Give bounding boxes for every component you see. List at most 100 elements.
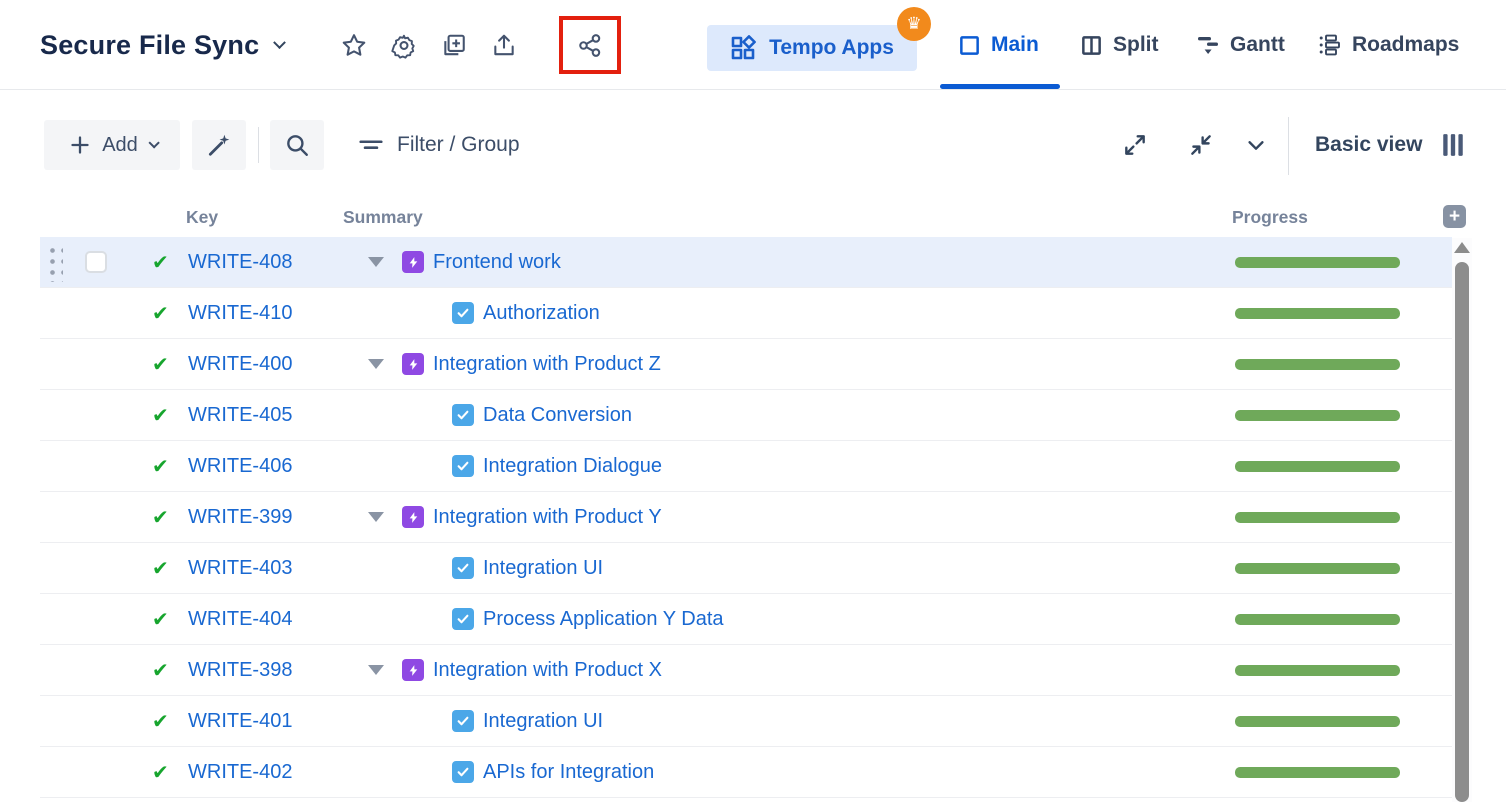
task-icon <box>452 404 474 426</box>
issue-summary-link[interactable]: Frontend work <box>433 251 561 274</box>
issue-key-link[interactable]: WRITE-405 <box>188 404 292 426</box>
header-divider <box>0 89 1506 90</box>
add-column-button[interactable]: + <box>1443 205 1466 228</box>
issue-key-link[interactable]: WRITE-408 <box>188 251 292 273</box>
tempo-apps-button[interactable]: Tempo Apps ♛ <box>707 25 917 71</box>
progress-cell <box>1235 257 1452 268</box>
epic-icon <box>402 353 424 375</box>
table-row[interactable]: ✔ WRITE-399 Integration with Product Y <box>40 492 1452 543</box>
column-header-progress[interactable]: Progress <box>1232 207 1308 228</box>
issue-summary-link[interactable]: Integration with Product Z <box>433 353 661 376</box>
scrollbar-thumb[interactable] <box>1455 262 1469 802</box>
table-row[interactable]: ✔ WRITE-400 Integration with Product Z <box>40 339 1452 390</box>
issue-key-link[interactable]: WRITE-401 <box>188 710 292 732</box>
done-check-icon: ✔ <box>152 558 169 580</box>
tab-split[interactable]: Split <box>1080 0 1159 90</box>
tab-split-label: Split <box>1113 33 1159 57</box>
tab-roadmaps-label: Roadmaps <box>1352 33 1459 57</box>
task-icon <box>452 302 474 324</box>
column-header-key[interactable]: Key <box>186 207 218 228</box>
status-cell: ✔ <box>152 454 188 479</box>
split-view-icon <box>1080 34 1103 57</box>
summary-cell: APIs for Integration <box>345 747 1235 797</box>
issue-summary-link[interactable]: APIs for Integration <box>483 761 654 784</box>
export-icon[interactable] <box>491 32 517 58</box>
expand-all-button[interactable] <box>1122 132 1148 158</box>
summary-cell: Process Application Y Data <box>345 594 1235 644</box>
issue-key-link[interactable]: WRITE-406 <box>188 455 292 477</box>
tab-roadmaps[interactable]: Roadmaps <box>1318 0 1459 90</box>
chevron-down-icon[interactable] <box>1243 132 1269 158</box>
key-cell: WRITE-402 <box>188 761 345 784</box>
progress-bar <box>1235 257 1400 268</box>
issue-key-link[interactable]: WRITE-399 <box>188 506 292 528</box>
issue-summary-link[interactable]: Integration with Product X <box>433 659 662 682</box>
star-icon[interactable] <box>341 32 367 58</box>
filter-group-button[interactable]: Filter / Group <box>358 120 520 170</box>
tab-gantt[interactable]: Gantt <box>1196 0 1285 90</box>
table-row[interactable]: ✔ WRITE-402 APIs for Integration <box>40 747 1452 798</box>
task-icon <box>452 761 474 783</box>
issue-summary-link[interactable]: Integration UI <box>483 710 603 733</box>
expand-toggle-icon[interactable] <box>368 512 384 522</box>
issue-summary-link[interactable]: Integration Dialogue <box>483 455 662 478</box>
issue-key-link[interactable]: WRITE-400 <box>188 353 292 375</box>
share-icon[interactable] <box>577 32 603 58</box>
row-controls <box>40 594 152 644</box>
copy-add-icon[interactable] <box>441 32 467 58</box>
structure-title-group[interactable]: Secure File Sync <box>40 0 284 90</box>
gear-icon[interactable] <box>391 32 417 58</box>
page-title: Secure File Sync <box>40 30 259 61</box>
issue-summary-link[interactable]: Process Application Y Data <box>483 608 724 631</box>
roadmaps-icon <box>1318 33 1342 57</box>
issue-summary-link[interactable]: Integration UI <box>483 557 603 580</box>
wand-button[interactable] <box>192 120 246 170</box>
table-row[interactable]: ✔ WRITE-405 Data Conversion <box>40 390 1452 441</box>
column-header-summary[interactable]: Summary <box>343 207 423 228</box>
issue-summary-link[interactable]: Data Conversion <box>483 404 632 427</box>
key-cell: WRITE-406 <box>188 455 345 478</box>
progress-bar <box>1235 308 1400 319</box>
key-cell: WRITE-400 <box>188 353 345 376</box>
table-row[interactable]: ✔ WRITE-401 Integration UI <box>40 696 1452 747</box>
collapse-all-button[interactable] <box>1188 132 1214 158</box>
progress-bar <box>1235 665 1400 676</box>
table-row[interactable]: ✔ WRITE-406 Integration Dialogue <box>40 441 1452 492</box>
key-cell: WRITE-399 <box>188 506 345 529</box>
issue-key-link[interactable]: WRITE-410 <box>188 302 292 324</box>
issue-key-link[interactable]: WRITE-403 <box>188 557 292 579</box>
epic-icon <box>402 506 424 528</box>
progress-bar <box>1235 563 1400 574</box>
table-row[interactable]: ✔ WRITE-403 Integration UI <box>40 543 1452 594</box>
status-cell: ✔ <box>152 301 188 326</box>
summary-cell: Frontend work <box>345 237 1235 287</box>
scroll-up-icon[interactable] <box>1454 242 1470 253</box>
drag-handle-icon[interactable] <box>46 244 63 282</box>
expand-toggle-icon[interactable] <box>368 257 384 267</box>
table-row[interactable]: ✔ WRITE-408 Frontend work <box>40 237 1452 288</box>
key-cell: WRITE-410 <box>188 302 345 325</box>
chevron-down-icon[interactable] <box>273 36 286 49</box>
issue-key-link[interactable]: WRITE-402 <box>188 761 292 783</box>
search-button[interactable] <box>270 120 324 170</box>
expand-toggle-icon[interactable] <box>368 359 384 369</box>
progress-bar <box>1235 461 1400 472</box>
vertical-scrollbar[interactable] <box>1452 238 1472 802</box>
add-button[interactable]: Add <box>44 120 180 170</box>
done-check-icon: ✔ <box>152 609 169 631</box>
issue-summary-link[interactable]: Integration with Product Y <box>433 506 662 529</box>
issue-key-link[interactable]: WRITE-398 <box>188 659 292 681</box>
expand-toggle-icon[interactable] <box>368 665 384 675</box>
tab-main[interactable]: Main <box>958 0 1039 90</box>
row-select-checkbox[interactable] <box>85 251 107 273</box>
issue-key-link[interactable]: WRITE-404 <box>188 608 292 630</box>
columns-icon[interactable] <box>1440 132 1466 158</box>
table-row[interactable]: ✔ WRITE-398 Integration with Product X <box>40 645 1452 696</box>
table-row[interactable]: ✔ WRITE-410 Authorization <box>40 288 1452 339</box>
table-row[interactable]: ✔ WRITE-404 Process Application Y Data <box>40 594 1452 645</box>
key-cell: WRITE-404 <box>188 608 345 631</box>
progress-cell <box>1235 614 1452 625</box>
issue-summary-link[interactable]: Authorization <box>483 302 600 325</box>
view-selector[interactable]: Basic view <box>1315 120 1422 170</box>
progress-cell <box>1235 410 1452 421</box>
